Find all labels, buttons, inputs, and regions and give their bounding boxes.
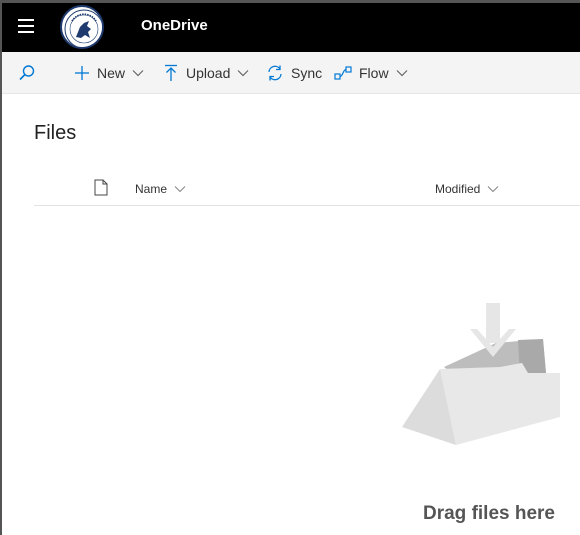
upload-button[interactable]: Upload [163, 52, 249, 94]
upload-icon [165, 64, 177, 81]
app-title[interactable]: OneDrive [141, 17, 208, 34]
folder-drop-illustration [402, 303, 560, 445]
flow-icon [334, 66, 352, 80]
new-label: New [97, 65, 126, 81]
waffle-menu-icon[interactable] [18, 19, 36, 35]
modified-column-label: Modified [435, 182, 481, 196]
modified-column-header[interactable]: Modified [435, 182, 499, 196]
search-icon [19, 65, 35, 81]
onedrive-window: OneDrive New Upload Sync Flow Files Name… [0, 0, 580, 535]
top-bar: OneDrive [2, 3, 580, 52]
search-button[interactable] [18, 52, 36, 94]
flow-button[interactable]: Flow [334, 52, 408, 94]
new-button[interactable]: New [74, 52, 144, 94]
chevron-down-icon [132, 70, 144, 77]
upload-label: Upload [186, 65, 231, 81]
file-list-header: Name Modified [34, 175, 580, 206]
file-type-column-header[interactable] [94, 179, 108, 201]
sync-label: Sync [291, 65, 323, 81]
name-column-label: Name [135, 182, 168, 196]
chevron-down-icon [487, 186, 499, 193]
sync-icon [268, 65, 282, 81]
command-bar: New Upload Sync Flow [2, 52, 580, 94]
page-title: Files [34, 122, 77, 144]
document-icon [94, 179, 108, 196]
flow-label: Flow [359, 65, 389, 81]
plus-icon [75, 66, 89, 80]
organization-logo[interactable] [60, 5, 104, 49]
chevron-down-icon [174, 186, 186, 193]
chevron-down-icon [396, 70, 407, 77]
chevron-down-icon [237, 70, 249, 77]
sync-button[interactable]: Sync [266, 52, 322, 94]
name-column-header[interactable]: Name [135, 182, 186, 196]
empty-state-message: Drag files here [423, 503, 555, 524]
